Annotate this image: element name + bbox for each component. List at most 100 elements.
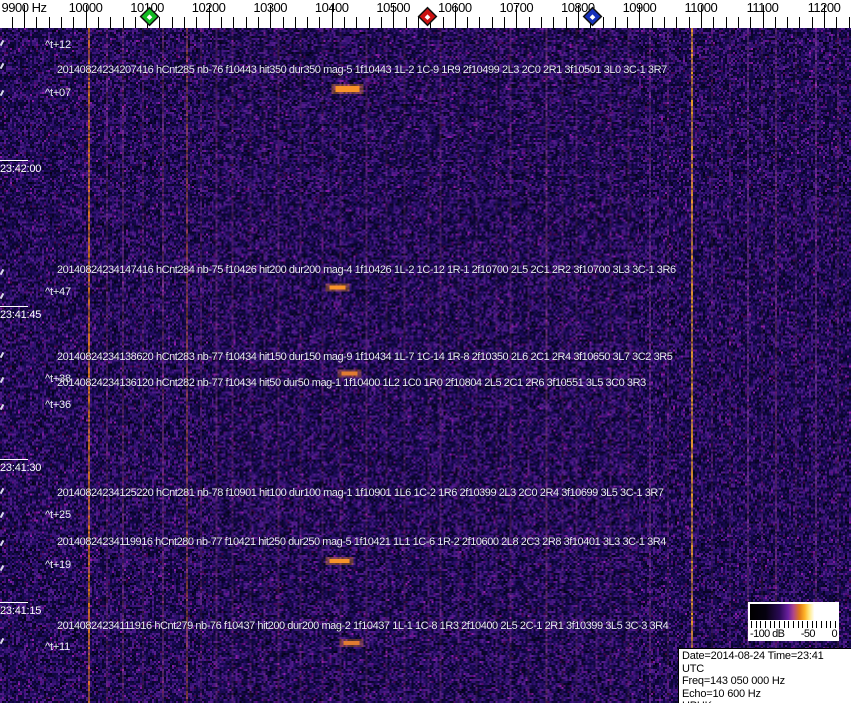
ruler-tick (603, 17, 604, 28)
ruler-tick (307, 17, 308, 28)
ruler-tick (258, 17, 259, 28)
ruler-tick (689, 17, 690, 28)
ruler-tick (233, 17, 234, 28)
info-echo-freq: Echo=10 600 Hz (682, 688, 848, 701)
ruler-tick (652, 17, 653, 28)
freq-label: 10900 (623, 0, 657, 15)
freq-label: 10600 (438, 0, 472, 15)
freq-label: 10200 (192, 0, 226, 15)
ruler-tick (504, 17, 505, 28)
ruler-tick (159, 17, 160, 28)
db-tick (784, 621, 785, 628)
freq-label: 11200 (808, 0, 841, 15)
ruler-tick (529, 17, 530, 28)
ruler-tick (541, 17, 542, 28)
ruler-tick (283, 17, 284, 28)
ruler-tick (787, 17, 788, 28)
db-scale-ticks (751, 621, 836, 628)
db-tick (807, 621, 808, 628)
ruler-tick (553, 17, 554, 28)
db-label-min: -100 dB (750, 628, 784, 640)
freq-label: 11000 (685, 0, 718, 15)
ruler-tick (123, 17, 124, 28)
ruler-tick (615, 17, 616, 28)
ruler-tick (381, 17, 382, 28)
ruler-tick (61, 17, 62, 28)
marker-green-center (147, 14, 153, 20)
ruler-tick (369, 17, 370, 28)
spectrum-lab-window: 9900 Hz 10000 10100 10200 10300 10400 10500 106… (0, 0, 851, 703)
ruler-tick (36, 17, 37, 28)
info-date-time: Date=2014-08-24 Time=23:41 UTC (682, 650, 848, 675)
freq-label: 10700 (499, 0, 533, 15)
ruler-tick (664, 17, 665, 28)
ruler-tick (812, 17, 813, 28)
db-tick (821, 621, 822, 628)
ruler-tick (775, 17, 776, 28)
db-label-max: 0 (831, 628, 837, 640)
db-tick (788, 621, 789, 628)
ruler-tick (726, 17, 727, 28)
station-info-box: Date=2014-08-24 Time=23:41 UTC Freq=143 … (678, 648, 851, 703)
db-tick (830, 621, 831, 628)
db-label-mid: -50 (801, 628, 815, 640)
ruler-tick (110, 17, 111, 28)
db-tick (826, 621, 827, 628)
db-tick (835, 621, 836, 628)
db-tick (802, 621, 803, 628)
ruler-tick (676, 17, 677, 28)
db-tick (770, 621, 771, 628)
marker-blue-center (590, 14, 596, 20)
ruler-tick (184, 17, 185, 28)
ruler-tick (406, 17, 407, 28)
freq-label: 9900 Hz (2, 0, 47, 15)
ruler-tick (73, 17, 74, 28)
ruler-tick (492, 17, 493, 28)
db-color-scale: -100 dB -50 0 (748, 602, 839, 641)
ruler-tick (221, 17, 222, 28)
ruler-tick (344, 17, 345, 28)
ruler-tick (738, 17, 739, 28)
ruler-tick (12, 17, 13, 28)
db-tick (812, 621, 813, 628)
db-tick (798, 621, 799, 628)
ruler-tick (713, 17, 714, 28)
freq-label: 10000 (69, 0, 103, 15)
marker-red-center (425, 14, 431, 20)
db-tick (760, 621, 761, 628)
db-tick (793, 621, 794, 628)
freq-label: 10300 (253, 0, 287, 15)
ruler-tick (799, 17, 800, 28)
db-tick (756, 621, 757, 628)
ruler-tick (443, 17, 444, 28)
ruler-tick (849, 17, 850, 28)
ruler-tick (49, 17, 50, 28)
marker-red-diamond-icon[interactable] (420, 9, 436, 25)
ruler-tick (479, 17, 480, 28)
spectrogram-waterfall (0, 28, 851, 703)
ruler-tick (467, 17, 468, 28)
ruler-tick (566, 17, 567, 28)
ruler-tick (418, 17, 419, 28)
ruler-tick (627, 17, 628, 28)
ruler-tick (836, 17, 837, 28)
freq-label: 10500 (376, 0, 410, 15)
ruler-tick (246, 17, 247, 28)
color-gradient-bar (750, 604, 837, 620)
ruler-tick (319, 17, 320, 28)
ruler-tick (135, 17, 136, 28)
db-tick (765, 621, 766, 628)
db-tick (751, 621, 752, 628)
ruler-tick (98, 17, 99, 28)
db-tick (816, 621, 817, 628)
frequency-ruler: 9900 Hz 10000 10100 10200 10300 10400 10500 106… (0, 0, 851, 28)
db-tick (774, 621, 775, 628)
freq-label: 10400 (315, 0, 349, 15)
ruler-tick (196, 17, 197, 28)
freq-label: 11100 (747, 0, 779, 15)
ruler-tick (172, 17, 173, 28)
ruler-tick (750, 17, 751, 28)
db-tick (779, 621, 780, 628)
db-scale-labels: -100 dB -50 0 (750, 628, 837, 640)
ruler-tick (295, 17, 296, 28)
